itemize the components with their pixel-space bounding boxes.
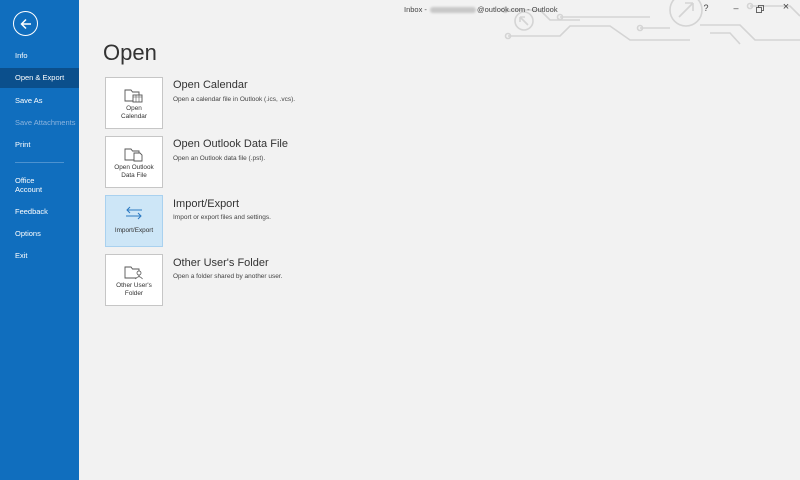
sidebar-item-print[interactable]: Print [0,140,79,149]
restore-icon [756,5,764,13]
back-arrow-icon [19,18,31,29]
other-users-folder-tile[interactable]: Other User's Folder [105,254,163,306]
title-bar: Inbox - @outlook.com - Outlook ? – × [79,0,800,20]
redacted-email [430,7,477,14]
minimize-button[interactable]: – [729,3,743,13]
sidebar-item-options[interactable]: Options [0,229,79,238]
sidebar-item-save-as[interactable]: Save As [0,96,79,105]
open-outlook-data-file-tile[interactable]: Open Outlook Data File [105,136,163,188]
folder-calendar-icon [124,87,144,103]
restore-button[interactable] [753,3,767,15]
shared-folder-icon [124,264,144,280]
import-export-arrows-icon [124,205,144,221]
open-outlook-data-file-title: Open Outlook Data File [173,138,288,150]
tile-label: Other User's Folder [116,282,152,297]
open-calendar-tile[interactable]: Open Calendar [105,77,163,129]
help-button[interactable]: ? [699,3,713,13]
sidebar-item-office-account[interactable]: Office Account [0,176,79,194]
sidebar-divider [15,162,64,163]
tile-label: Open Calendar [121,105,147,120]
open-calendar-title: Open Calendar [173,79,248,91]
window-title-suffix: @outlook.com - Outlook [477,5,558,14]
window-title: Inbox - @outlook.com - Outlook [404,5,558,14]
sidebar-item-open-export[interactable]: Open & Export [0,68,79,88]
other-users-folder-description: Open a folder shared by another user. [173,273,283,280]
backstage-sidebar: Info Open & Export Save As Save Attachme… [0,0,79,480]
open-calendar-description: Open a calendar file in Outlook (.ics, .… [173,96,296,103]
back-button[interactable] [13,11,38,36]
folder-datafile-icon [124,146,144,162]
open-outlook-data-file-description: Open an Outlook data file (.pst). [173,155,266,162]
import-export-description: Import or export files and settings. [173,214,271,221]
page-title: Open [103,40,157,65]
sidebar-item-info[interactable]: Info [0,51,79,60]
sidebar-item-exit[interactable]: Exit [0,251,79,260]
other-users-folder-title: Other User's Folder [173,257,269,269]
import-export-tile[interactable]: Import/Export [105,195,163,247]
sidebar-item-save-attachments: Save Attachments [15,118,76,127]
tile-label: Import/Export [114,227,154,234]
close-button[interactable]: × [779,1,793,13]
window-title-prefix: Inbox - [404,5,430,14]
sidebar-item-feedback[interactable]: Feedback [0,207,79,216]
tile-label: Open Outlook Data File [114,164,154,179]
import-export-title: Import/Export [173,198,240,210]
